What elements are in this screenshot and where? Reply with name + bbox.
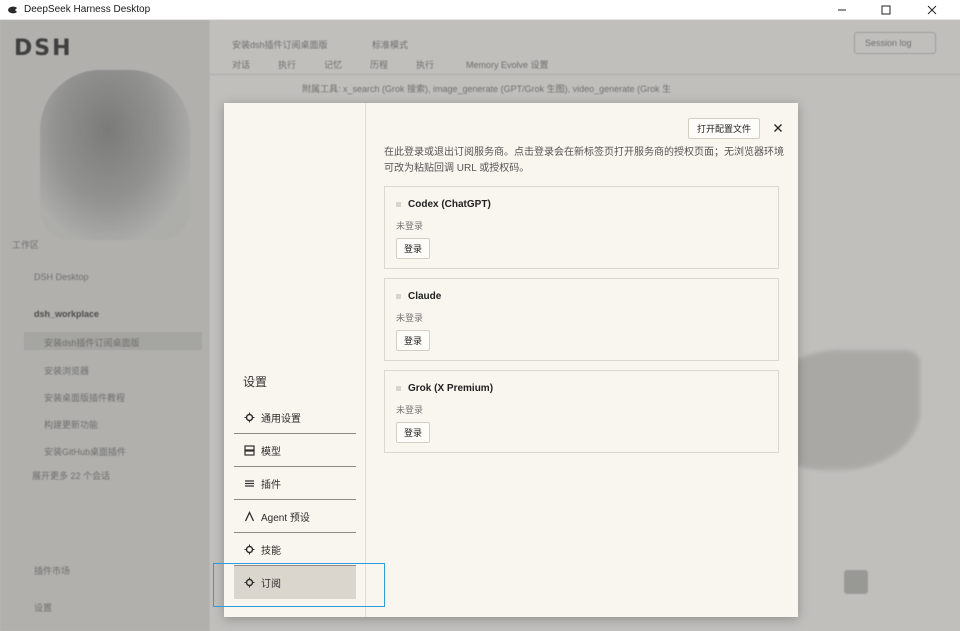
nav-models[interactable]: 模型 <box>234 434 356 467</box>
settings-dialog: 设置 通用设置 模型 插件 Agent 预设 技能 订阅 打开配置文件 在此登录… <box>224 103 798 617</box>
subscription-panel: 打开配置文件 在此登录或退出订阅服务商。点击登录会在新标签页打开服务商的授权页面… <box>366 103 798 617</box>
settings-sidebar: 设置 通用设置 模型 插件 Agent 预设 技能 订阅 <box>224 103 366 617</box>
agent-icon <box>243 510 255 522</box>
status-dot <box>396 202 401 207</box>
maximize-button[interactable] <box>864 0 908 20</box>
provider-name: Codex (ChatGPT) <box>408 199 491 210</box>
model-icon <box>243 444 255 456</box>
status-dot <box>396 386 401 391</box>
minimize-button[interactable] <box>820 0 864 20</box>
window-title: DeepSeek Harness Desktop <box>24 4 151 15</box>
skill-icon <box>243 543 255 555</box>
nav-label: Agent 预设 <box>261 512 310 524</box>
login-button[interactable]: 登录 <box>396 238 430 259</box>
nav-agent-presets[interactable]: Agent 预设 <box>234 500 356 533</box>
login-status: 未登录 <box>396 221 424 231</box>
close-window-button[interactable] <box>910 0 954 20</box>
provider-card-claude: Claude 未登录 登录 <box>384 278 779 361</box>
nav-label: 模型 <box>261 446 281 458</box>
nav-general-settings[interactable]: 通用设置 <box>234 401 356 434</box>
close-dialog-button[interactable] <box>770 119 786 137</box>
nav-label: 插件 <box>261 479 281 491</box>
open-config-file-button[interactable]: 打开配置文件 <box>688 118 760 139</box>
nav-skills[interactable]: 技能 <box>234 533 356 566</box>
subscription-description: 在此登录或退出订阅服务商。点击登录会在新标签页打开服务商的授权页面；无浏览器环境… <box>384 147 784 174</box>
settings-nav: 通用设置 模型 插件 Agent 预设 技能 订阅 <box>234 401 356 599</box>
nav-label: 通用设置 <box>261 413 301 425</box>
login-status: 未登录 <box>396 405 424 415</box>
app-logo-icon <box>6 4 18 16</box>
subscription-icon <box>243 577 255 589</box>
plugin-icon <box>243 477 255 489</box>
title-bar: DeepSeek Harness Desktop <box>0 0 960 20</box>
nav-label: 订阅 <box>261 579 281 590</box>
login-button[interactable]: 登录 <box>396 330 430 351</box>
login-button[interactable]: 登录 <box>396 422 430 443</box>
status-dot <box>396 294 401 299</box>
settings-title: 设置 <box>243 375 268 389</box>
gear-icon <box>243 411 255 423</box>
nav-plugins[interactable]: 插件 <box>234 467 356 500</box>
provider-name: Grok (X Premium) <box>408 383 494 394</box>
nav-label: 技能 <box>261 545 281 557</box>
provider-card-grok: Grok (X Premium) 未登录 登录 <box>384 370 779 453</box>
login-status: 未登录 <box>396 313 424 323</box>
close-icon <box>774 124 782 132</box>
provider-name: Claude <box>408 291 442 302</box>
provider-card-codex: Codex (ChatGPT) 未登录 登录 <box>384 186 779 269</box>
nav-subscriptions[interactable]: 订阅 <box>234 566 356 599</box>
